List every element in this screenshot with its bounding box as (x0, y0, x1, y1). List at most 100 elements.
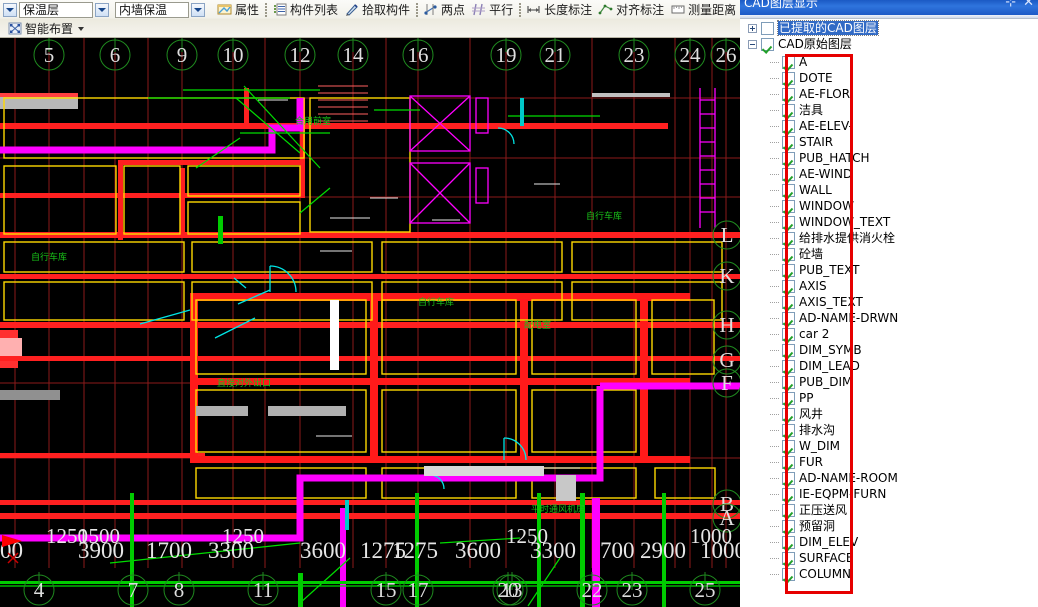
svg-text:1700: 1700 (146, 538, 192, 563)
layer-item[interactable]: W_DIM (740, 438, 1038, 454)
layer-item[interactable]: 洁具 (740, 102, 1038, 118)
layer-item[interactable]: DIM_LEAD (740, 358, 1038, 374)
layer-checkbox[interactable] (782, 215, 795, 229)
layer-checkbox[interactable] (782, 247, 795, 261)
layer-checkbox[interactable] (782, 295, 795, 309)
layer-checkbox[interactable] (782, 359, 795, 373)
layer-item[interactable]: AD-NAME-DRWN (740, 310, 1038, 326)
layer-checkbox[interactable] (782, 135, 795, 149)
layer-item[interactable]: WALL (740, 182, 1038, 198)
layer-label: 排水沟 (799, 423, 836, 437)
layer-checkbox[interactable] (782, 439, 795, 453)
pick-component-button[interactable]: 拾取构件 (341, 1, 413, 19)
measure-distance-button[interactable]: 测量距离 (667, 1, 739, 19)
layer-checkbox[interactable] (782, 343, 795, 357)
layer-checkbox[interactable] (782, 151, 795, 165)
layer-checkbox[interactable] (782, 327, 795, 341)
layer-item[interactable]: car 2 (740, 326, 1038, 342)
tree-connector (770, 574, 779, 575)
layer-checkbox[interactable] (782, 279, 795, 293)
layer-checkbox[interactable] (782, 487, 795, 501)
layer-checkbox[interactable] (782, 503, 795, 517)
layer-checkbox[interactable] (782, 199, 795, 213)
svg-text:16: 16 (408, 43, 429, 67)
layer-checkbox[interactable] (782, 567, 795, 581)
smart-layout-button[interactable]: 智能布置 (4, 20, 87, 38)
tree-node-extracted-cad-layers[interactable]: 已提取的CAD图层 (740, 20, 1038, 36)
layer-checkbox[interactable] (782, 423, 795, 437)
svg-text:合用前室: 合用前室 (295, 115, 331, 127)
layer-checkbox[interactable] (782, 231, 795, 245)
interior-wall-insulation-combo[interactable]: 内墙保温 (112, 1, 208, 19)
layer-item[interactable]: AD-NAME-ROOM (740, 470, 1038, 486)
layer-item[interactable]: DIM_SYMB (740, 342, 1038, 358)
component-list-button[interactable]: 构件列表 (269, 1, 341, 19)
layer-item[interactable]: AE-WIND (740, 166, 1038, 182)
chevron-down-icon[interactable] (78, 26, 85, 31)
layer-item[interactable]: COLUMN (740, 566, 1038, 582)
two-point-button[interactable]: 两点 (420, 1, 468, 19)
length-dim-icon (526, 2, 542, 17)
layer-checkbox[interactable] (782, 375, 795, 389)
layer-checkbox[interactable] (782, 455, 795, 469)
layer-checkbox[interactable] (782, 87, 795, 101)
layer-item[interactable]: AXIS (740, 278, 1038, 294)
length-dimension-button[interactable]: 长度标注 (523, 1, 595, 19)
layer-checkbox[interactable] (782, 167, 795, 181)
close-icon[interactable]: ✕ (1023, 0, 1034, 9)
layer-item[interactable]: PUB_TEXT (740, 262, 1038, 278)
aligned-dimension-button[interactable]: 对齐标注 (595, 1, 667, 19)
layer-checkbox[interactable] (782, 519, 795, 533)
property-button[interactable]: 属性 (214, 1, 262, 19)
layer-checkbox[interactable] (782, 183, 795, 197)
layer-item[interactable]: 风井 (740, 406, 1038, 422)
layer-item[interactable]: DOTE (740, 70, 1038, 86)
layer-tree[interactable]: 已提取的CAD图层 CAD原始图层 A DOTE AE-FLOR 洁具 AE-ELEV-… (740, 19, 1038, 607)
layer-item[interactable]: PUB_DIM (740, 374, 1038, 390)
layer-item[interactable]: 给排水提供消火栓 (740, 230, 1038, 246)
layer-checkbox[interactable] (782, 471, 795, 485)
layer-checkbox[interactable] (782, 71, 795, 85)
layer-checkbox[interactable] (782, 311, 795, 325)
layer-checkbox[interactable] (782, 263, 795, 277)
insulation-layer-combo[interactable]: 保温层 (0, 1, 112, 19)
layer-checkbox[interactable] (782, 55, 795, 69)
layer-checkbox[interactable] (782, 535, 795, 549)
combo-right-arrow-2[interactable] (191, 2, 205, 17)
extracted-layers-checkbox[interactable] (761, 21, 774, 35)
layer-item[interactable]: 排水沟 (740, 422, 1038, 438)
pin-icon[interactable]: ⊹ (1005, 0, 1016, 9)
combo-left-arrow-1[interactable] (3, 2, 17, 17)
parallel-button[interactable]: 平行 (468, 1, 516, 19)
layer-item[interactable]: AE-ELEV- (740, 118, 1038, 134)
tree-node-original-cad-layers[interactable]: CAD原始图层 (740, 36, 1038, 52)
layer-checkbox[interactable] (782, 551, 795, 565)
layer-item[interactable]: AE-FLOR (740, 86, 1038, 102)
layer-checkbox[interactable] (782, 391, 795, 405)
layer-item[interactable]: A (740, 54, 1038, 70)
combo-right-arrow-1[interactable] (95, 2, 109, 17)
svg-text:11: 11 (253, 578, 273, 602)
layer-label: SURFACE (799, 551, 854, 565)
layer-item[interactable]: FUR (740, 454, 1038, 470)
expand-plus-icon[interactable] (748, 23, 757, 33)
layer-item[interactable]: IE-EQPM-FURN (740, 486, 1038, 502)
layer-item[interactable]: AXIS_TEXT (740, 294, 1038, 310)
layer-item[interactable]: 正压送风 (740, 502, 1038, 518)
layer-item[interactable]: DIM_ELEV (740, 534, 1038, 550)
layer-checkbox[interactable] (782, 103, 795, 117)
layer-checkbox[interactable] (782, 119, 795, 133)
tree-connector (770, 398, 779, 399)
layer-item[interactable]: 砼墙 (740, 246, 1038, 262)
layer-item[interactable]: PUB_HATCH (740, 150, 1038, 166)
layer-item[interactable]: 预留洞 (740, 518, 1038, 534)
layer-item[interactable]: WINDOW_TEXT (740, 214, 1038, 230)
collapse-minus-icon[interactable] (748, 39, 757, 49)
cad-canvas[interactable]: 5 6 9 10 12 14 16 19 21 23 24 26 4 7 8 11 13 15 17 20 22 23 2… (0, 38, 740, 607)
layer-checkbox[interactable] (782, 407, 795, 421)
original-layers-checkbox[interactable] (761, 37, 774, 51)
layer-item[interactable]: WINDOW (740, 198, 1038, 214)
layer-item[interactable]: PP (740, 390, 1038, 406)
layer-item[interactable]: STAIR (740, 134, 1038, 150)
layer-item[interactable]: SURFACE (740, 550, 1038, 566)
